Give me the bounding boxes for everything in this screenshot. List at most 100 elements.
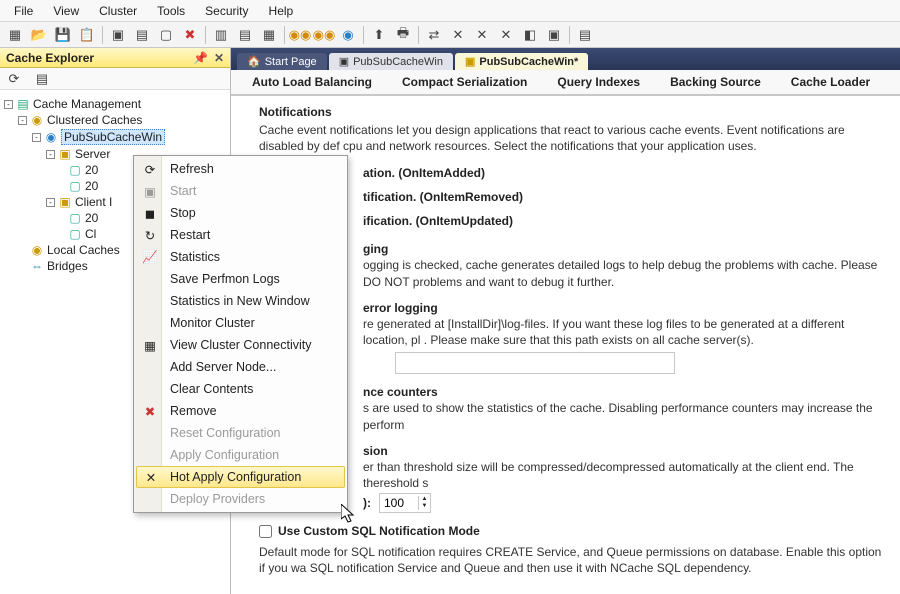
tb-tool2-icon[interactable]: ✕ <box>471 25 493 45</box>
tb-paste-icon[interactable]: 📋 <box>76 25 98 45</box>
menu-item-label: Statistics <box>170 250 220 264</box>
config-tab-datashar[interactable]: Data Shar <box>885 69 900 94</box>
tb-monitor-icon[interactable]: ▤ <box>574 25 596 45</box>
context-menu-item[interactable]: ▦View Cluster Connectivity <box>136 334 345 356</box>
context-menu-item[interactable]: Monitor Cluster <box>136 312 345 334</box>
expand-icon[interactable]: - <box>32 133 41 142</box>
section-desc: re generated at [InstallDir]\log-files. … <box>259 316 890 348</box>
spin-up-icon[interactable]: ▲ <box>419 496 430 503</box>
expand-icon[interactable]: - <box>18 116 27 125</box>
config-tab-alb[interactable]: Auto Load Balancing <box>237 69 387 94</box>
close-icon[interactable]: ✕ <box>214 51 224 65</box>
cache-icon: ◉ <box>30 243 44 257</box>
menu-cluster[interactable]: Cluster <box>89 2 147 20</box>
tb-tool5-icon[interactable]: ▣ <box>543 25 565 45</box>
menu-item-icon: ✕ <box>141 470 161 485</box>
cache-icon: ◉ <box>44 130 58 144</box>
tb-box-icon[interactable]: ▢ <box>155 25 177 45</box>
context-menu-item[interactable]: Add Server Node... <box>136 356 345 378</box>
config-tab-backing[interactable]: Backing Source <box>655 69 776 94</box>
sqlnotif-checkbox-label[interactable]: Use Custom SQL Notification Mode <box>259 523 480 539</box>
expand-icon[interactable]: - <box>46 150 55 159</box>
notifications-section: Notifications Cache event notifications … <box>259 104 890 155</box>
menu-security[interactable]: Security <box>195 2 258 20</box>
tb-tool3-icon[interactable]: ✕ <box>495 25 517 45</box>
tb-cluster1-icon[interactable]: ◉◉ <box>289 25 311 45</box>
sb-tree-icon[interactable]: ▤ <box>31 69 53 89</box>
tb-build-icon[interactable]: ▣ <box>107 25 129 45</box>
section-desc: ogging is checked, cache generates detai… <box>259 257 890 289</box>
context-menu-item[interactable]: ⟳Refresh <box>136 158 345 180</box>
tree-cache-node[interactable]: - ◉ PubSubCacheWin <box>4 128 226 146</box>
tb-open-icon[interactable]: 📂 <box>28 25 50 45</box>
context-menu-item[interactable]: ✕Hot Apply Configuration <box>136 466 345 488</box>
context-menu: ⟳Refresh▣Start◼Stop↻Restart📈StatisticsSa… <box>133 155 348 513</box>
tb-add-icon[interactable]: ▤ <box>131 25 153 45</box>
tb-arrows-icon[interactable]: ⇄ <box>423 25 445 45</box>
context-menu-item[interactable]: ↻Restart <box>136 224 345 246</box>
toolbar-separator <box>205 26 206 44</box>
tb-view-icon[interactable]: ▥ <box>210 25 232 45</box>
tb-delete-icon[interactable]: ✖ <box>179 25 201 45</box>
section-desc: Default mode for SQL notification requir… <box>259 544 890 576</box>
tree-label: Server <box>75 147 110 161</box>
tb-tool1-icon[interactable]: ✕ <box>447 25 469 45</box>
threshold-label: ): <box>363 495 371 511</box>
context-menu-item: Deploy Providers <box>136 488 345 510</box>
logpath-input[interactable] <box>395 352 675 374</box>
tab-label: PubSubCacheWin <box>353 56 443 68</box>
menu-item-label: Reset Configuration <box>170 426 280 440</box>
menu-item-label: Deploy Providers <box>170 492 265 506</box>
tree-clustered[interactable]: - ◉ Clustered Caches <box>4 112 226 128</box>
context-menu-item[interactable]: Statistics in New Window <box>136 290 345 312</box>
tab-pubsub1[interactable]: ▣PubSubCacheWin <box>329 53 453 70</box>
menu-view[interactable]: View <box>43 2 89 20</box>
tb-tool4-icon[interactable]: ◧ <box>519 25 541 45</box>
config-tab-loader[interactable]: Cache Loader <box>776 69 885 94</box>
tree-label: Cl <box>85 227 96 241</box>
home-icon: 🏠 <box>247 55 261 68</box>
toolbar: ▦ 📂 💾 📋 ▣ ▤ ▢ ✖ ▥ ▤ ▦ ◉◉ ◉◉ ◉ ⬆ 🖶 ⇄ ✕ ✕ … <box>0 22 900 48</box>
tree-root[interactable]: - ▤ Cache Management <box>4 96 226 112</box>
menu-file[interactable]: File <box>4 2 43 20</box>
pin-icon[interactable]: 📌 <box>193 51 208 65</box>
context-menu-item[interactable]: ✖Remove <box>136 400 345 422</box>
tab-start-page[interactable]: 🏠Start Page <box>237 53 327 70</box>
threshold-spinner[interactable]: ▲▼ <box>379 493 431 513</box>
menu-item-icon: ▦ <box>140 338 160 353</box>
tree-label: Client I <box>75 195 112 209</box>
tab-pubsub2-active[interactable]: ▣PubSubCacheWin* <box>455 53 588 70</box>
tb-new-icon[interactable]: ▦ <box>4 25 26 45</box>
expand-icon[interactable]: - <box>4 100 13 109</box>
tb-print-icon[interactable]: 🖶 <box>392 25 414 45</box>
sb-refresh-icon[interactable]: ⟳ <box>3 69 25 89</box>
tb-list-icon[interactable]: ▤ <box>234 25 256 45</box>
notif-line: tification. (OnItemRemoved) <box>259 189 890 205</box>
tree-label: Clustered Caches <box>47 113 142 127</box>
context-menu-item[interactable]: 📈Statistics <box>136 246 345 268</box>
expand-icon[interactable]: - <box>46 198 55 207</box>
tb-tree-icon[interactable]: ▦ <box>258 25 280 45</box>
menu-item-label: Monitor Cluster <box>170 316 255 330</box>
tb-cluster3-icon[interactable]: ◉ <box>337 25 359 45</box>
node-icon: ▢ <box>68 227 82 241</box>
tb-save-icon[interactable]: 💾 <box>52 25 74 45</box>
tree-label: Cache Management <box>33 97 141 111</box>
tb-cluster2-icon[interactable]: ◉◉ <box>313 25 335 45</box>
threshold-input[interactable] <box>380 494 418 512</box>
notif-line: ation. (OnItemAdded) <box>259 165 890 181</box>
config-tab-compact[interactable]: Compact Serialization <box>387 69 542 94</box>
config-tab-query[interactable]: Query Indexes <box>542 69 655 94</box>
menu-item-label: Apply Configuration <box>170 448 279 462</box>
spin-down-icon[interactable]: ▼ <box>419 503 430 510</box>
context-menu-item[interactable]: ◼Stop <box>136 202 345 224</box>
context-menu-item[interactable]: Save Perfmon Logs <box>136 268 345 290</box>
menu-help[interactable]: Help <box>259 2 304 20</box>
toolbar-separator <box>102 26 103 44</box>
toolbar-separator <box>569 26 570 44</box>
menu-tools[interactable]: Tools <box>147 2 195 20</box>
sqlnotif-checkbox[interactable] <box>259 525 272 538</box>
debug-section: ging ogging is checked, cache generates … <box>259 241 890 290</box>
context-menu-item[interactable]: Clear Contents <box>136 378 345 400</box>
tb-deploy-icon[interactable]: ⬆ <box>368 25 390 45</box>
